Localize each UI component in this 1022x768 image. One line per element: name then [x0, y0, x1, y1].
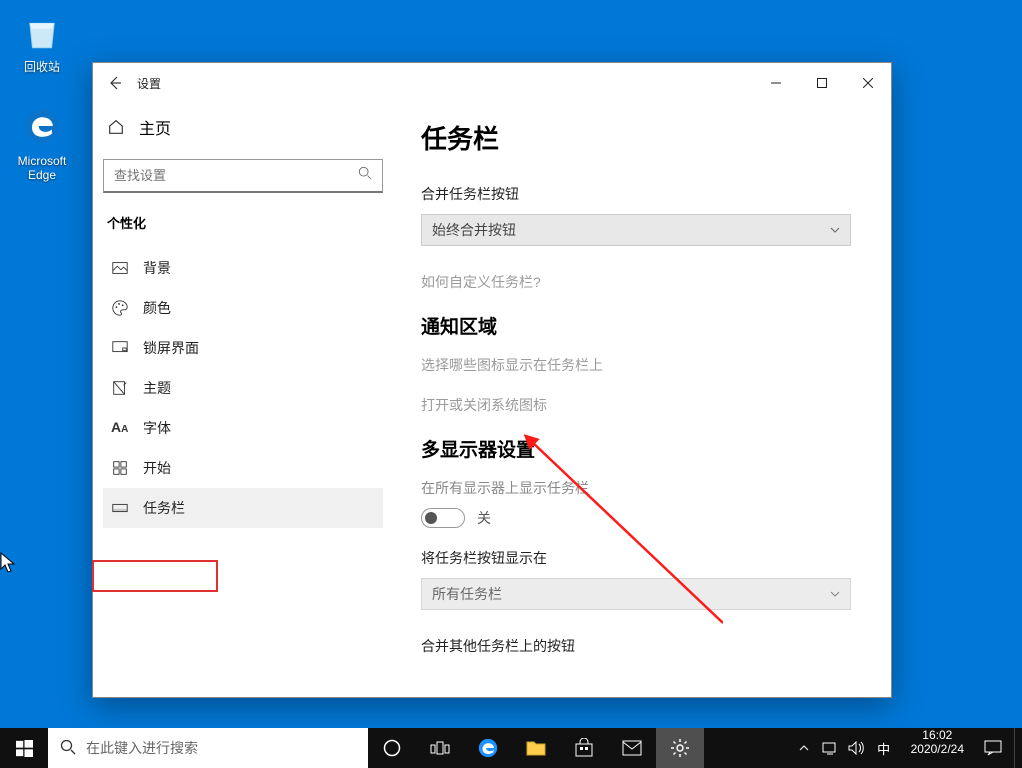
nav-label: 锁屏界面	[143, 338, 199, 358]
search-input[interactable]	[114, 168, 358, 183]
nav-label: 主题	[143, 378, 171, 398]
store-taskbar-icon[interactable]	[560, 728, 608, 768]
multi-heading: 多显示器设置	[421, 435, 863, 462]
mail-taskbar-icon[interactable]	[608, 728, 656, 768]
show-desktop-button[interactable]	[1014, 728, 1022, 768]
nav-background[interactable]: 背景	[103, 248, 383, 288]
multi-buttons-label: 将任务栏按钮显示在	[421, 548, 863, 568]
start-button[interactable]	[0, 728, 48, 768]
combine-dropdown[interactable]: 始终合并按钮	[421, 214, 851, 246]
home-label: 主页	[139, 115, 171, 139]
nav-taskbar[interactable]: 任务栏	[103, 488, 383, 528]
notif-link-1[interactable]: 选择哪些图标显示在任务栏上	[421, 355, 863, 375]
nav-label: 背景	[143, 258, 171, 278]
search-box[interactable]	[103, 159, 383, 193]
sidebar: 主页 个性化 背景 颜色 锁屏界面 主题	[93, 103, 393, 697]
volume-icon[interactable]	[845, 741, 867, 755]
edge-label: Microsoft Edge	[5, 154, 79, 182]
time-text: 16:02	[911, 728, 964, 742]
search-icon	[358, 166, 372, 185]
settings-taskbar-icon[interactable]	[656, 728, 704, 768]
tray-chevron-icon[interactable]	[793, 743, 815, 753]
explorer-taskbar-icon[interactable]	[512, 728, 560, 768]
date-text: 2020/2/24	[911, 742, 964, 756]
nav-start[interactable]: 开始	[103, 448, 383, 488]
nav-themes[interactable]: 主题	[103, 368, 383, 408]
toggle-state: 关	[477, 508, 491, 528]
network-icon[interactable]	[819, 741, 841, 755]
content-area: 任务栏 合并任务栏按钮 始终合并按钮 如何自定义任务栏? 通知区域 选择哪些图标…	[393, 103, 891, 697]
ime-indicator[interactable]: 中	[871, 739, 897, 758]
taskview-button[interactable]	[416, 728, 464, 768]
multi-buttons-dropdown[interactable]: 所有任务栏	[421, 578, 851, 610]
taskbar: 在此键入进行搜索 中 16:02 2020/2/24	[0, 728, 1022, 768]
window-title: 设置	[137, 75, 161, 92]
other-label: 合并其他任务栏上的按钮	[421, 636, 863, 656]
combine-label: 合并任务栏按钮	[421, 184, 863, 204]
nav-label: 任务栏	[143, 498, 185, 518]
nav-lockscreen[interactable]: 锁屏界面	[103, 328, 383, 368]
nav-fonts[interactable]: AA 字体	[103, 408, 383, 448]
page-title: 任务栏	[421, 119, 863, 156]
nav-label: 颜色	[143, 298, 171, 318]
clock[interactable]: 16:02 2020/2/24	[903, 728, 972, 768]
notif-link-2[interactable]: 打开或关闭系统图标	[421, 395, 863, 415]
dropdown-value: 始终合并按钮	[432, 220, 516, 240]
close-button[interactable]	[845, 63, 891, 103]
multi-toggle[interactable]	[421, 508, 465, 528]
section-title: 个性化	[107, 213, 379, 232]
recycle-bin-label: 回收站	[5, 60, 79, 74]
chevron-down-icon	[830, 589, 840, 599]
minimize-button[interactable]	[753, 63, 799, 103]
notif-heading: 通知区域	[421, 312, 863, 339]
search-icon	[60, 739, 76, 758]
customize-link[interactable]: 如何自定义任务栏?	[421, 272, 863, 292]
taskbar-search[interactable]: 在此键入进行搜索	[48, 728, 368, 768]
edge-taskbar-icon[interactable]	[464, 728, 512, 768]
edge-desktop-icon[interactable]: Microsoft Edge	[5, 102, 79, 182]
maximize-button[interactable]	[799, 63, 845, 103]
back-button[interactable]	[93, 63, 137, 103]
recycle-bin-icon[interactable]: 回收站	[5, 8, 79, 74]
chevron-down-icon	[830, 225, 840, 235]
settings-window: 设置 主页 个性化 背景 颜色	[92, 62, 892, 698]
nav-label: 开始	[143, 458, 171, 478]
system-tray: 中	[787, 728, 903, 768]
search-placeholder: 在此键入进行搜索	[86, 738, 198, 758]
cortana-button[interactable]	[368, 728, 416, 768]
nav-label: 字体	[143, 418, 171, 438]
home-link[interactable]: 主页	[103, 107, 383, 147]
nav-colors[interactable]: 颜色	[103, 288, 383, 328]
multi-label: 在所有显示器上显示任务栏	[421, 478, 863, 498]
dropdown-value: 所有任务栏	[432, 584, 502, 604]
action-center-icon[interactable]	[972, 728, 1014, 768]
titlebar: 设置	[93, 63, 891, 103]
